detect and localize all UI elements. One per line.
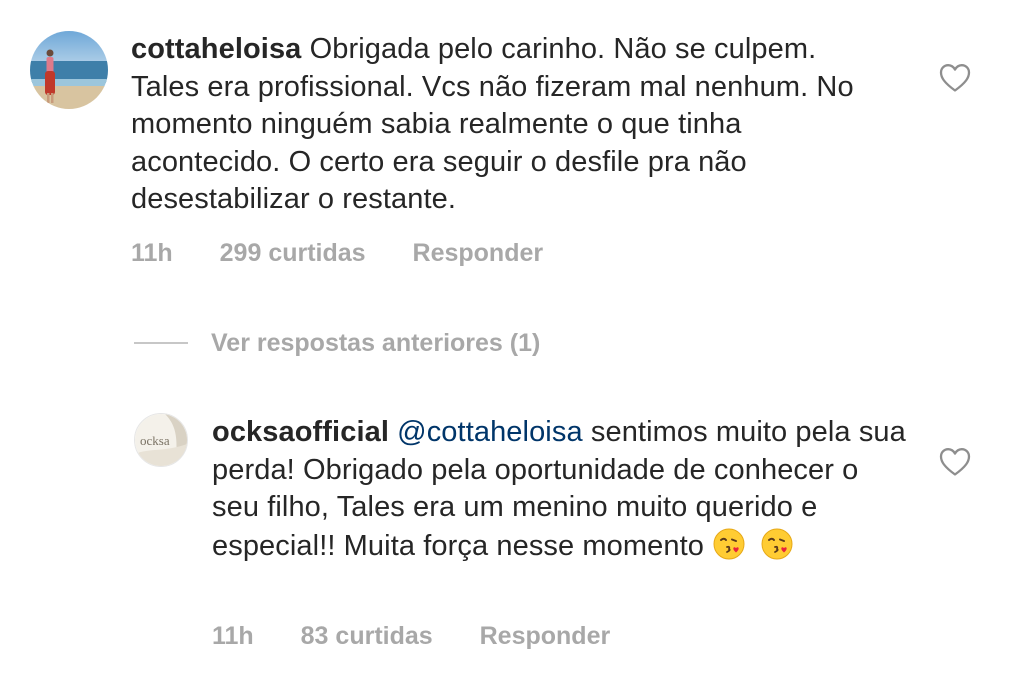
comment-time[interactable]: 11h (131, 239, 173, 268)
reply-button[interactable]: Responder (480, 622, 611, 651)
comment-username[interactable]: ocksaofficial (212, 416, 389, 448)
view-previous-replies[interactable]: Ver respostas anteriores (1) (134, 326, 540, 360)
avatar[interactable] (30, 31, 108, 109)
like-heart-icon[interactable] (939, 447, 971, 477)
comment-meta: 11h 83 curtidas Responder (212, 622, 610, 651)
kissing-heart-emoji-icon (712, 527, 746, 572)
mention-link[interactable]: @cottaheloisa (397, 416, 583, 448)
comment-time[interactable]: 11h (212, 622, 254, 651)
comment-likes[interactable]: 299 curtidas (220, 239, 366, 268)
comment-username[interactable]: cottaheloisa (131, 33, 301, 65)
reply-button[interactable]: Responder (413, 239, 544, 268)
avatar-logo-text: ocksa (140, 433, 170, 448)
replies-divider-line (134, 342, 188, 344)
like-heart-icon[interactable] (939, 63, 971, 93)
comment-likes[interactable]: 83 curtidas (301, 622, 433, 651)
avatar[interactable]: ocksa (134, 413, 188, 467)
comment-meta: 11h 299 curtidas Responder (131, 239, 543, 268)
kissing-heart-emoji-icon (760, 527, 794, 572)
comment-text-block: cottaheloisa Obrigada pelo carinho. Não … (131, 31, 891, 219)
comment-text-block: ocksaofficial @cottaheloisa sentimos mui… (212, 414, 912, 571)
view-replies-label: Ver respostas anteriores (1) (211, 328, 541, 357)
